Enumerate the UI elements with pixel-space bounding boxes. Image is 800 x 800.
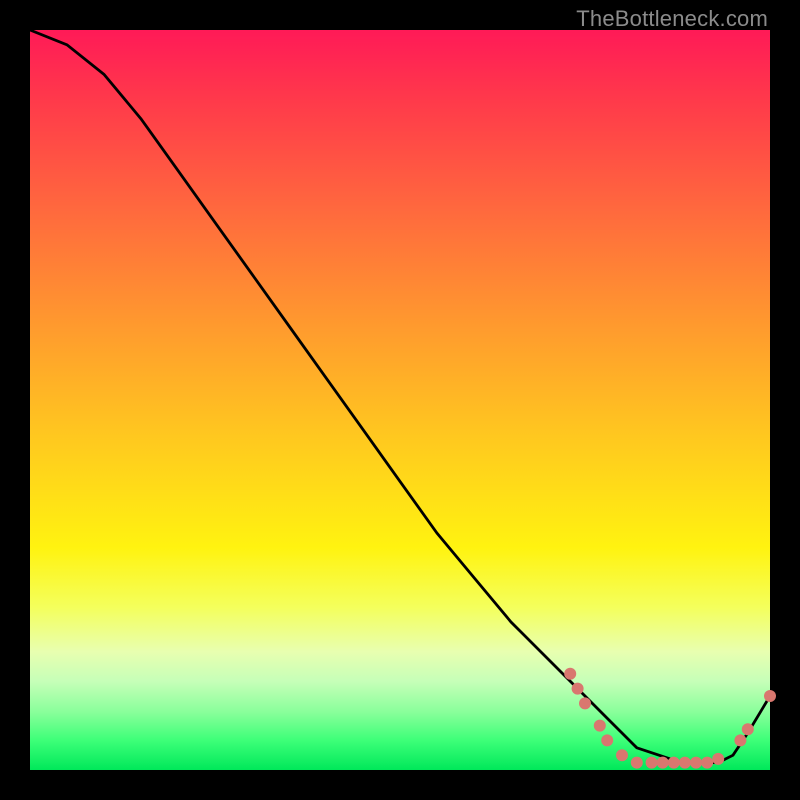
data-marker — [579, 697, 591, 709]
data-marker — [594, 720, 606, 732]
data-marker — [690, 757, 702, 769]
data-marker — [601, 734, 613, 746]
data-marker — [657, 757, 669, 769]
watermark-text: TheBottleneck.com — [576, 6, 768, 32]
data-markers — [564, 668, 776, 769]
data-marker — [564, 668, 576, 680]
data-marker — [701, 757, 713, 769]
plot-area — [30, 30, 770, 770]
data-marker — [631, 757, 643, 769]
line-series — [30, 30, 770, 763]
data-marker — [712, 753, 724, 765]
data-marker — [764, 690, 776, 702]
data-marker — [646, 757, 658, 769]
data-marker — [742, 723, 754, 735]
data-marker — [734, 734, 746, 746]
data-marker — [679, 757, 691, 769]
data-marker — [572, 683, 584, 695]
chart-svg — [30, 30, 770, 770]
chart-frame: TheBottleneck.com — [0, 0, 800, 800]
data-marker — [668, 757, 680, 769]
data-marker — [616, 749, 628, 761]
